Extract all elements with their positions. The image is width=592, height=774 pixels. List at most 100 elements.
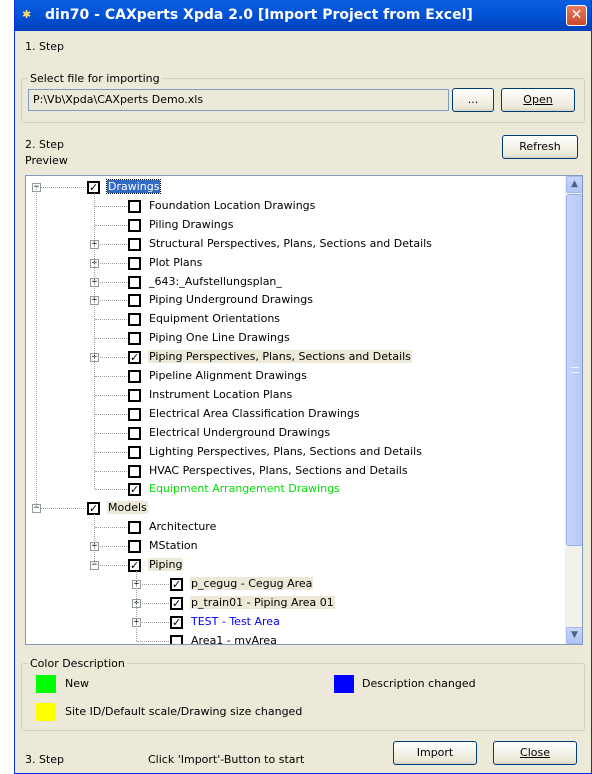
close-button[interactable]: Close [493, 741, 577, 765]
tree-item[interactable]: Piling Drawings [26, 216, 566, 235]
unchecked-checkbox[interactable] [128, 445, 141, 459]
tree-item-label: Piping Perspectives, Plans, Sections and… [148, 350, 412, 364]
tree-item[interactable]: + ✓ p_train01 - Piping Area 01 [26, 594, 566, 613]
tree-item-label: Models [107, 501, 148, 515]
tree-connector [95, 205, 127, 207]
tree-item-label: Electrical Area Classification Drawings [149, 406, 360, 420]
unchecked-checkbox[interactable] [128, 464, 141, 478]
scroll-thumb[interactable] [566, 194, 582, 546]
tree-item-label: Structural Perspectives, Plans, Sections… [149, 236, 432, 250]
unchecked-checkbox[interactable] [128, 294, 141, 308]
site-changed-swatch [36, 703, 56, 721]
tree-item-label: Piping One Line Drawings [149, 331, 290, 345]
unchecked-checkbox[interactable] [128, 332, 141, 346]
tree-item[interactable]: Area1 - myArea [26, 632, 566, 644]
tree-item-label: p_cegug - Cegug Area [190, 576, 314, 590]
tree-item[interactable]: Lighting Perspectives, Plans, Sections a… [26, 443, 566, 462]
checked-checkbox[interactable]: ✓ [170, 615, 183, 629]
unchecked-checkbox[interactable] [128, 218, 141, 232]
title-bar[interactable]: ✱ din70 - CAXperts Xpda 2.0 [Import Proj… [15, 0, 591, 31]
tree-item[interactable]: + Piping Underground Drawings [26, 291, 566, 310]
unchecked-checkbox[interactable] [170, 634, 183, 644]
import-button[interactable]: Import [393, 741, 477, 765]
tree-item-label: TEST - Test Area [191, 614, 280, 628]
tree-item-label: Foundation Location Drawings [149, 198, 316, 212]
new-color-swatch [36, 675, 56, 693]
select-file-group-label: Select file for importing [28, 72, 162, 85]
checked-checkbox[interactable]: ✓ [128, 483, 141, 497]
unchecked-checkbox[interactable] [128, 275, 141, 289]
site-changed-label: Site ID/Default scale/Drawing size chang… [65, 705, 303, 718]
tree-item[interactable]: HVAC Perspectives, Plans, Sections and D… [26, 462, 566, 481]
tree-guide-piping [136, 571, 137, 641]
description-changed-label: Description changed [362, 677, 476, 690]
xpda-app-icon: ✱ [22, 8, 32, 21]
tree-connector [95, 281, 127, 283]
preview-tree[interactable]: − ✓ Drawings Foundation Location Drawings Pi… [25, 175, 583, 645]
color-description-label: Color Description [28, 657, 127, 670]
unchecked-checkbox[interactable] [128, 199, 141, 213]
file-path-field[interactable]: P:\Vb\Xpda\CAXperts Demo.xls [28, 89, 449, 111]
tree-guide-models [94, 514, 95, 565]
tree-connector [95, 565, 127, 566]
tree-connector [95, 243, 127, 245]
tree-content: − ✓ Drawings Foundation Location Drawings Pi… [26, 176, 567, 644]
tree-item[interactable]: ✓ Equipment Arrangement Drawings [26, 480, 566, 499]
unchecked-checkbox[interactable] [128, 313, 141, 327]
description-changed-swatch [334, 675, 354, 693]
unchecked-checkbox[interactable] [128, 521, 141, 535]
tree-item[interactable]: + ✓ TEST - Test Area [26, 613, 566, 632]
unchecked-checkbox[interactable] [128, 237, 141, 251]
tree-item-label: Plot Plans [149, 255, 203, 269]
browse-button[interactable]: ... [452, 88, 494, 112]
tree-item-label: Lighting Perspectives, Plans, Sections a… [149, 444, 422, 458]
tree-item-label: Electrical Underground Drawings [149, 425, 331, 439]
unchecked-checkbox[interactable] [128, 426, 141, 440]
open-button-label: Open [523, 93, 553, 106]
unchecked-checkbox[interactable] [128, 407, 141, 421]
tree-connector [95, 262, 127, 264]
tree-item[interactable]: Foundation Location Drawings [26, 197, 566, 216]
tree-item-label: Piping Underground Drawings [149, 293, 313, 307]
tree-item-label: MStation [149, 539, 198, 553]
unchecked-checkbox[interactable] [128, 388, 141, 402]
tree-item[interactable]: Electrical Underground Drawings [26, 424, 566, 443]
tree-item[interactable]: Piping One Line Drawings [26, 329, 566, 348]
checked-checkbox[interactable]: ✓ [128, 559, 141, 572]
tree-item[interactable]: Instrument Location Plans [26, 386, 566, 405]
import-hint: Click 'Import'-Button to start [148, 753, 305, 766]
window-title: din70 - CAXperts Xpda 2.0 [Import Projec… [45, 7, 473, 23]
close-window-button[interactable]: ✕ [566, 5, 587, 26]
tree-connector [37, 187, 86, 188]
tree-item[interactable]: + _643:_Aufstellungsplan_ [26, 273, 566, 292]
tree-item[interactable]: − ✓ Models [26, 499, 566, 518]
tree-item[interactable]: Equipment Orientations [26, 310, 566, 329]
tree-item[interactable]: Electrical Area Classification Drawings [26, 405, 566, 424]
tree-item-label: Architecture [149, 520, 217, 534]
tree-item[interactable]: Pipeline Alignment Drawings [26, 367, 566, 386]
tree-item[interactable]: − ✓ Drawings [26, 178, 566, 197]
unchecked-checkbox[interactable] [128, 256, 141, 270]
scroll-up-icon[interactable]: ▲ [566, 176, 582, 193]
tree-connector [95, 432, 127, 434]
tree-item[interactable]: + ✓ Piping Perspectives, Plans, Sections a… [26, 348, 566, 367]
tree-item[interactable]: + MStation [26, 537, 566, 556]
checked-checkbox[interactable]: ✓ [170, 596, 183, 610]
open-button[interactable]: Open [501, 88, 575, 112]
tree-item[interactable]: + ✓ p_cegug - Cegug Area [26, 575, 566, 594]
tree-item[interactable]: + Structural Perspectives, Plans, Section… [26, 235, 566, 254]
tree-connector [95, 338, 127, 340]
scroll-down-icon[interactable]: ▼ [566, 627, 582, 644]
tree-item[interactable]: Architecture [26, 518, 566, 537]
checked-checkbox[interactable]: ✓ [128, 351, 141, 365]
close-button-label: Close [520, 746, 550, 759]
tree-item[interactable]: − ✓ Piping [26, 556, 566, 575]
tree-item[interactable]: + Plot Plans [26, 254, 566, 273]
import-dialog-window: ✱ din70 - CAXperts Xpda 2.0 [Import Proj… [14, 0, 592, 774]
refresh-button[interactable]: Refresh [502, 135, 578, 159]
tree-scrollbar[interactable]: ▲ ▼ [565, 176, 582, 644]
preview-label: Preview [25, 154, 68, 167]
unchecked-checkbox[interactable] [128, 540, 141, 554]
checked-checkbox[interactable]: ✓ [170, 577, 183, 591]
unchecked-checkbox[interactable] [128, 370, 141, 383]
